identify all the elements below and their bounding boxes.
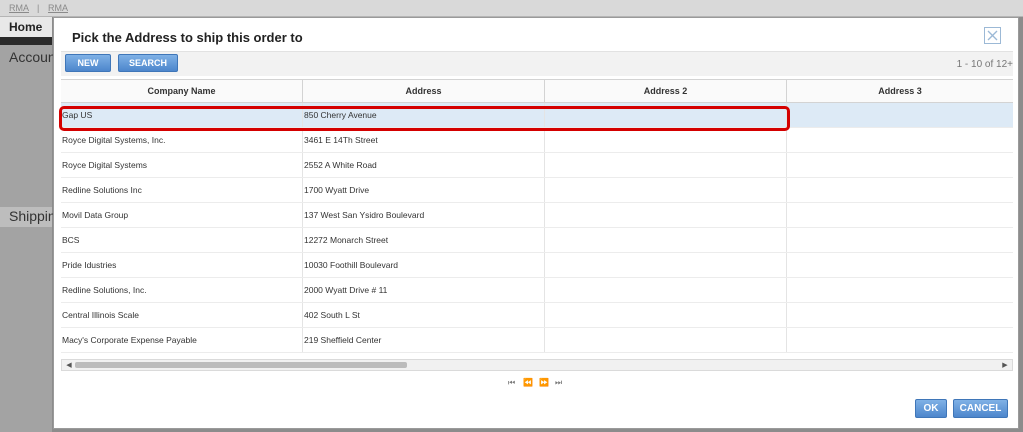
table-row[interactable]: Redline Solutions Inc 1700 Wyatt Drive	[61, 178, 1013, 203]
last-page-icon[interactable]: ⏭	[555, 378, 562, 388]
table-row[interactable]: Royce Digital Systems 2552 A White Road	[61, 153, 1013, 178]
search-button[interactable]: SEARCH	[118, 54, 178, 72]
address-2-cell	[545, 153, 787, 177]
company-name-cell: BCS	[61, 228, 303, 252]
address-3-cell	[787, 178, 1013, 202]
background-tab-rma-1[interactable]: RMA	[9, 3, 29, 13]
address-3-cell	[787, 153, 1013, 177]
address-grid: Company Name Address Address 2 Address 3…	[59, 79, 1013, 365]
company-name-cell: Royce Digital Systems, Inc.	[61, 128, 303, 152]
address-3-cell	[787, 228, 1013, 252]
company-name-cell: Central Illinois Scale	[61, 303, 303, 327]
table-row[interactable]: Central Illinois Scale 402 South L St	[61, 303, 1013, 328]
address-2-cell	[545, 253, 787, 277]
address-cell: 2000 Wyatt Drive # 11	[303, 278, 545, 302]
address-3-cell	[787, 128, 1013, 152]
address-cell: 2552 A White Road	[303, 153, 545, 177]
prev-page-icon[interactable]: ⏪	[523, 378, 533, 387]
address-3-cell	[787, 203, 1013, 227]
table-row[interactable]: BCS 12272 Monarch Street	[61, 228, 1013, 253]
pager-navigation: ⏮ ⏪ ⏩ ⏭	[508, 378, 568, 390]
close-button[interactable]	[984, 27, 1001, 44]
background-tab-strip: RMA | RMA	[0, 0, 1023, 17]
table-row[interactable]: Redline Solutions, Inc. 2000 Wyatt Drive …	[61, 278, 1013, 303]
table-row[interactable]: Royce Digital Systems, Inc. 3461 E 14Th S…	[61, 128, 1013, 153]
address-2-cell	[545, 278, 787, 302]
address-cell: 12272 Monarch Street	[303, 228, 545, 252]
cancel-button[interactable]: CANCEL	[953, 399, 1008, 418]
home-tab[interactable]: Home	[0, 17, 52, 37]
table-row[interactable]: Movil Data Group 137 West San Ysidro Boul…	[61, 203, 1013, 228]
address-cell: 850 Cherry Avenue	[303, 103, 545, 127]
company-name-cell: Redline Solutions Inc	[61, 178, 303, 202]
next-page-icon[interactable]: ⏩	[539, 378, 549, 387]
pager-count: 1 - 10 of 12+	[956, 59, 1013, 70]
address-2-cell	[545, 128, 787, 152]
address-3-cell	[787, 103, 1013, 127]
company-name-cell: Pride Idustries	[61, 253, 303, 277]
address-cell: 402 South L St	[303, 303, 545, 327]
horizontal-scrollbar[interactable]: ◀ ▶	[61, 359, 1013, 371]
scroll-left-icon[interactable]: ◀	[64, 361, 74, 370]
grid-header: Company Name Address Address 2 Address 3	[61, 79, 1013, 103]
address-cell: 137 West San Ysidro Boulevard	[303, 203, 545, 227]
ok-button[interactable]: OK	[915, 399, 947, 418]
close-x-icon	[987, 30, 998, 41]
table-row[interactable]: Gap US 850 Cherry Avenue	[61, 103, 1013, 128]
dialog-title: Pick the Address to ship this order to	[72, 30, 303, 45]
address-2-cell	[545, 303, 787, 327]
address-cell: 10030 Foothill Boulevard	[303, 253, 545, 277]
table-row[interactable]: Pride Idustries 10030 Foothill Boulevard	[61, 253, 1013, 278]
scrollbar-thumb[interactable]	[75, 362, 407, 368]
column-header-company-name[interactable]: Company Name	[61, 80, 303, 102]
company-name-cell: Redline Solutions, Inc.	[61, 278, 303, 302]
column-header-address[interactable]: Address	[303, 80, 545, 102]
new-button[interactable]: NEW	[65, 54, 111, 72]
account-section-label: Accoun	[9, 49, 56, 65]
address-2-cell	[545, 203, 787, 227]
home-tab-underline	[0, 37, 52, 45]
address-2-cell	[545, 328, 787, 352]
tab-separator: |	[37, 3, 40, 13]
company-name-cell: Royce Digital Systems	[61, 153, 303, 177]
address-2-cell	[545, 178, 787, 202]
address-cell: 3461 E 14Th Street	[303, 128, 545, 152]
address-cell: 1700 Wyatt Drive	[303, 178, 545, 202]
first-page-icon[interactable]: ⏮	[508, 378, 515, 388]
address-2-cell	[545, 103, 787, 127]
company-name-cell: Movil Data Group	[61, 203, 303, 227]
address-3-cell	[787, 278, 1013, 302]
column-header-address-3[interactable]: Address 3	[787, 80, 1013, 102]
company-name-cell: Gap US	[61, 103, 303, 127]
background-panel: Accoun Shippin	[0, 45, 56, 432]
address-2-cell	[545, 228, 787, 252]
shipping-section-label: Shippin	[9, 208, 56, 224]
company-name-cell: Macy's Corporate Expense Payable	[61, 328, 303, 352]
address-cell: 219 Sheffield Center	[303, 328, 545, 352]
address-3-cell	[787, 328, 1013, 352]
address-3-cell	[787, 253, 1013, 277]
column-header-address-2[interactable]: Address 2	[545, 80, 787, 102]
background-tab-rma-2[interactable]: RMA	[48, 3, 68, 13]
table-row[interactable]: Macy's Corporate Expense Payable 219 Shef…	[61, 328, 1013, 353]
dialog-toolbar: NEW SEARCH 1 - 10 of 12+	[61, 51, 1013, 76]
scroll-right-icon[interactable]: ▶	[1000, 361, 1010, 370]
address-3-cell	[787, 303, 1013, 327]
pick-address-dialog: Pick the Address to ship this order to N…	[53, 17, 1019, 429]
